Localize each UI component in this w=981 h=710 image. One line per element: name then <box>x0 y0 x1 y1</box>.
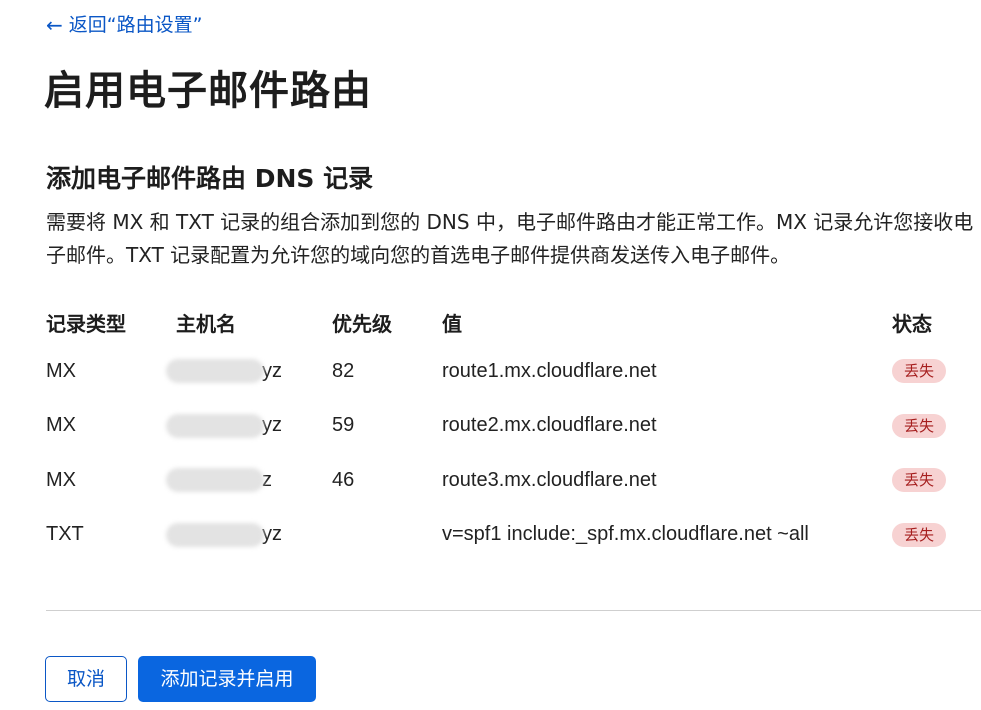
status-badge: 丢失 <box>892 522 947 547</box>
redacted-hostname <box>166 468 264 493</box>
record-type: MX <box>46 414 76 437</box>
table-row: MX yz 82 route1.mx.cloudflare.net 丢失 <box>46 344 981 399</box>
header-record-type: 记录类型 <box>46 311 126 336</box>
record-value: route3.mx.cloudflare.net <box>442 468 657 491</box>
record-priority: 59 <box>332 414 355 437</box>
redacted-hostname <box>166 359 264 384</box>
header-value: 值 <box>442 311 462 336</box>
redacted-hostname <box>166 413 264 438</box>
record-value: route2.mx.cloudflare.net <box>442 414 657 437</box>
hostname-suffix: yz <box>262 359 282 382</box>
redacted-hostname <box>166 522 264 547</box>
record-priority: 82 <box>332 359 355 382</box>
record-hostname: yz <box>166 399 332 454</box>
header-priority: 优先级 <box>332 311 392 336</box>
hostname-suffix: yz <box>262 523 282 546</box>
section-description: 需要将 MX 和 TXT 记录的组合添加到您的 DNS 中，电子邮件路由才能正常… <box>46 210 974 267</box>
record-hostname: yz <box>166 508 332 563</box>
back-link-label: 返回“路由设置” <box>68 14 203 36</box>
record-hostname: yz <box>166 344 332 399</box>
dns-records-table: 记录类型 主机名 优先级 值 状态 MX yz 82 route1.mx.clo… <box>46 300 981 562</box>
hostname-suffix: yz <box>262 414 282 437</box>
status-badge: 丢失 <box>892 359 947 384</box>
record-status: 丢失 <box>892 453 981 508</box>
record-priority <box>332 508 442 563</box>
status-badge: 丢失 <box>892 413 947 438</box>
header-status: 状态 <box>892 311 932 336</box>
section-title: 添加电子邮件路由 DNS 记录 <box>46 164 374 193</box>
page-title: 启用电子邮件路由 <box>44 68 372 114</box>
record-status: 丢失 <box>892 508 981 563</box>
arrow-left-icon: ← <box>46 13 63 37</box>
record-type: TXT <box>46 523 84 546</box>
record-value: route1.mx.cloudflare.net <box>442 359 657 382</box>
table-row: TXT yz v=spf1 include:_spf.mx.cloudflare… <box>46 508 981 563</box>
cancel-button[interactable]: 取消 <box>45 656 127 702</box>
table-row: MX yz 59 route2.mx.cloudflare.net 丢失 <box>46 399 981 454</box>
record-value: v=spf1 include:_spf.mx.cloudflare.net ~a… <box>442 523 809 546</box>
header-hostname: 主机名 <box>176 311 236 336</box>
status-badge: 丢失 <box>892 468 947 493</box>
record-hostname: z <box>166 453 332 508</box>
table-header-row: 记录类型 主机名 优先级 值 状态 <box>46 300 981 344</box>
record-type: MX <box>46 359 76 382</box>
table-row: MX z 46 route3.mx.cloudflare.net 丢失 <box>46 453 981 508</box>
record-status: 丢失 <box>892 399 981 454</box>
section-divider <box>46 610 981 611</box>
record-type: MX <box>46 468 76 491</box>
back-to-routing-settings-link[interactable]: ← 返回“路由设置” <box>46 11 202 39</box>
add-records-and-enable-button[interactable]: 添加记录并启用 <box>138 656 316 702</box>
record-priority: 46 <box>332 468 355 491</box>
record-status: 丢失 <box>892 344 981 399</box>
